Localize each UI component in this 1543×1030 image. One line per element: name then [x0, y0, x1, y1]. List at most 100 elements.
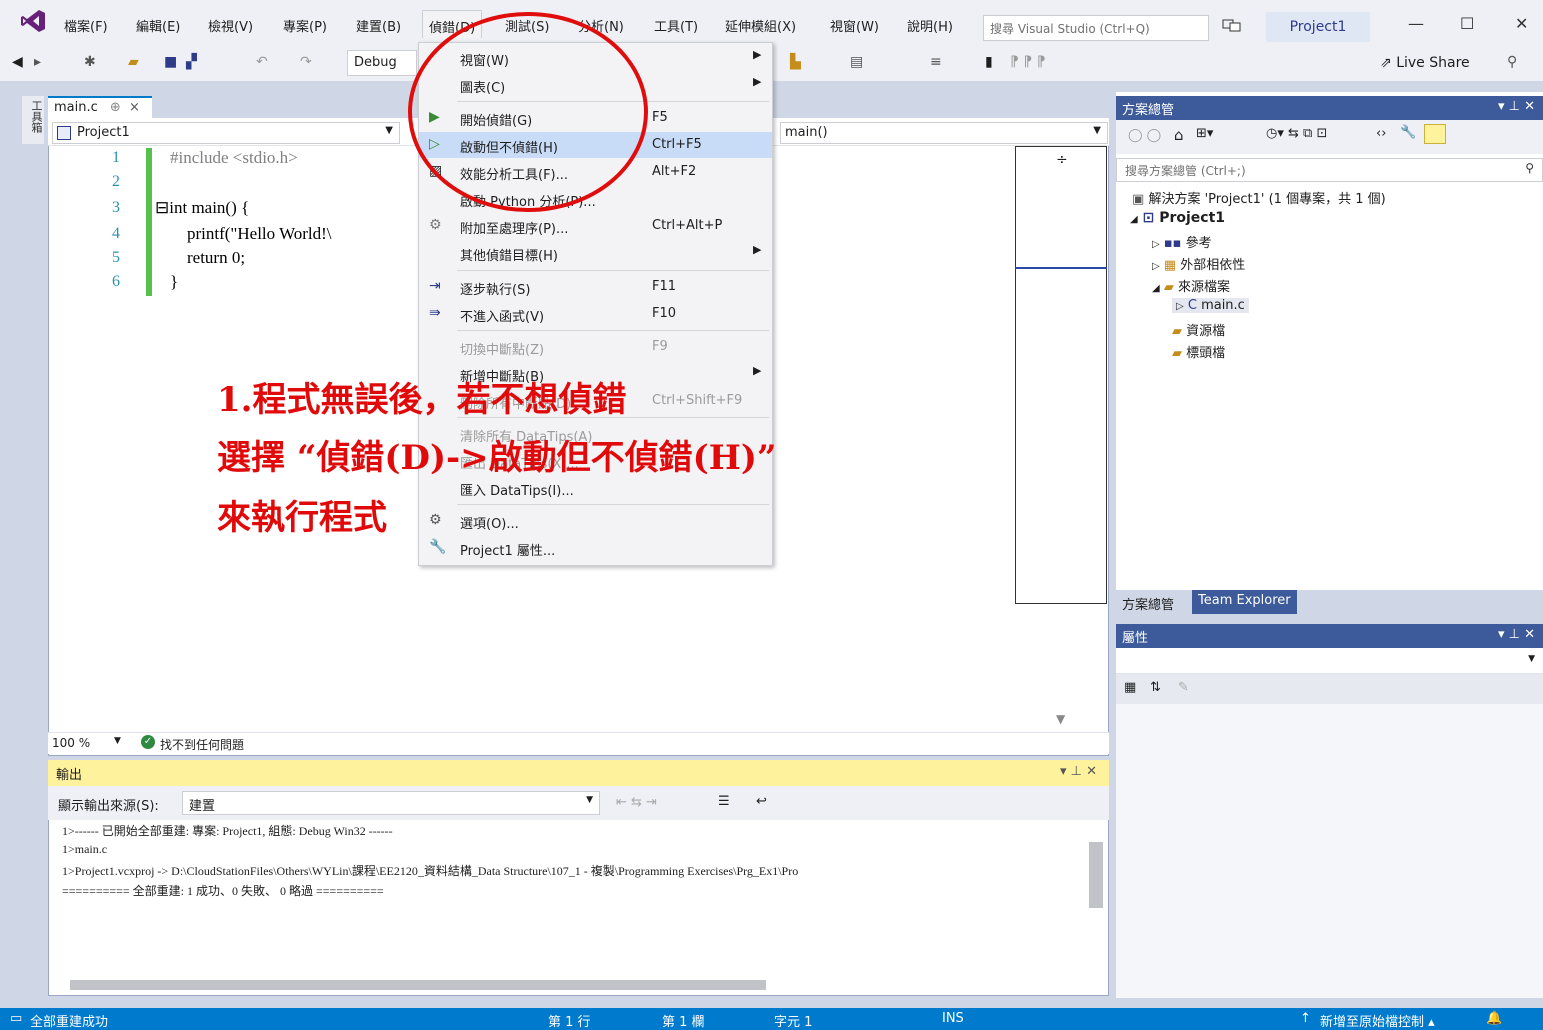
nav-back-forward-icon[interactable]: ◯ ◯: [1128, 128, 1161, 143]
bookmark-icon[interactable]: ▮: [985, 54, 993, 70]
add-to-source-control-button[interactable]: 新增至原始檔控制 ▴: [1320, 1011, 1435, 1030]
project-icon: ⊡: [1142, 210, 1155, 226]
chevron-down-icon: ▼: [1093, 125, 1101, 136]
menu-item-step-over[interactable]: ⇛ 不進入函式(V) F10: [419, 301, 772, 327]
menu-item-project-properties[interactable]: 🔧 Project1 屬性...: [419, 535, 772, 561]
minimize-button[interactable]: —: [1408, 14, 1424, 33]
tab-solution-explorer[interactable]: 方案總管: [1122, 594, 1174, 613]
code-line[interactable]: ⊟int main() {: [155, 198, 249, 218]
tree-item-references[interactable]: ▷ ▪▪ 參考: [1152, 232, 1212, 251]
properties-object-dropdown[interactable]: ▼: [1116, 648, 1543, 674]
tree-item-label: 標頭檔: [1186, 346, 1226, 361]
chevron-down-icon[interactable]: ▼: [114, 736, 121, 746]
menu-edit[interactable]: 編輯(E): [136, 16, 180, 35]
menu-build[interactable]: 建置(B): [356, 16, 401, 35]
issues-status-label[interactable]: 找不到任何問題: [160, 736, 244, 753]
menu-view[interactable]: 檢視(V): [208, 16, 253, 35]
clear-all-icon[interactable]: ☰: [718, 794, 730, 809]
toolbar-comment-icon[interactable]: ▤: [850, 54, 863, 70]
function-scope-dropdown[interactable]: main() ▼: [780, 122, 1108, 144]
panel-controls-icon[interactable]: ▾ ⊥ ✕: [1060, 764, 1097, 779]
document-tab-main-c[interactable]: main.c ⊕ ×: [48, 96, 152, 118]
menu-tools[interactable]: 工具(T): [654, 16, 698, 35]
toolbar-options-icon[interactable]: ⚲: [1507, 54, 1517, 70]
toolbar-indent-icon[interactable]: ≡: [930, 54, 942, 70]
quick-launch-search-input[interactable]: 搜尋 Visual Studio (Ctrl+Q): [983, 15, 1209, 41]
solution-node[interactable]: ▣ 解決方案 'Project1' (1 個專案，共 1 個): [1132, 188, 1386, 207]
status-window-icon: ▭: [10, 1011, 23, 1026]
zoom-dropdown[interactable]: 100 %: [52, 736, 90, 750]
menu-window[interactable]: 視窗(W): [830, 16, 879, 35]
back-icon[interactable]: ◀: [12, 54, 23, 70]
output-vertical-scrollbar[interactable]: [1089, 842, 1103, 908]
scroll-down-icon[interactable]: ▼: [1056, 712, 1065, 726]
menu-file[interactable]: 檔案(F): [64, 16, 108, 35]
tab-team-explorer[interactable]: Team Explorer: [1192, 590, 1297, 614]
solution-configuration-dropdown[interactable]: Debug: [347, 50, 417, 76]
live-share-button[interactable]: ⇗ Live Share: [1380, 55, 1470, 71]
panel-controls-icon[interactable]: ▾ ⊥ ✕: [1498, 627, 1535, 642]
step-over-icon: ⇛: [429, 305, 441, 321]
home-icon[interactable]: ⌂: [1174, 126, 1184, 144]
close-tab-icon[interactable]: ×: [129, 100, 140, 115]
chevron-down-icon: ▼: [1528, 654, 1535, 664]
property-pages-icon[interactable]: ✎: [1178, 680, 1189, 695]
submenu-arrow-icon: ▶: [753, 48, 762, 61]
undo-icon[interactable]: ↶: [256, 54, 268, 70]
tree-item-main-c[interactable]: ▷ C main.c: [1172, 298, 1249, 313]
feedback-icon[interactable]: [1222, 18, 1242, 34]
code-line[interactable]: printf("Hello World!\: [170, 224, 332, 244]
toolbar-find-icon[interactable]: ▙: [790, 54, 801, 70]
menu-item-attach-to-process[interactable]: ⚙ 附加至處理序(P)... Ctrl+Alt+P: [419, 213, 772, 239]
menu-separator: [457, 504, 769, 505]
menu-project[interactable]: 專案(P): [283, 16, 327, 35]
save-icon[interactable]: ■: [164, 54, 177, 70]
menu-item-step-into[interactable]: ⇥ 逐步執行(S) F11: [419, 274, 772, 300]
output-source-dropdown[interactable]: 建置 ▼: [182, 791, 600, 815]
code-view-icon[interactable]: ‹›: [1376, 126, 1386, 141]
notifications-bell-icon[interactable]: 🔔: [1486, 1011, 1502, 1026]
project-scope-dropdown[interactable]: Project1 ▼: [52, 122, 400, 144]
menu-help[interactable]: 說明(H): [907, 16, 953, 35]
solution-search-input[interactable]: 搜尋方案總管 (Ctrl+;) ⚲: [1116, 158, 1543, 182]
pin-icon[interactable]: ⊕: [110, 100, 121, 115]
tree-item-resource-files[interactable]: ▰ 資源檔: [1172, 320, 1225, 339]
close-window-button[interactable]: ✕: [1515, 14, 1528, 33]
maximize-button[interactable]: ☐: [1460, 14, 1474, 33]
code-line[interactable]: return 0;: [170, 248, 245, 268]
editor-scrollbar-minimap[interactable]: [1015, 146, 1107, 604]
bookmark-nav-icon[interactable]: ⁋ ⁋ ⁋: [1010, 54, 1046, 70]
panel-controls-icon[interactable]: ▾ ⊥ ✕: [1498, 99, 1535, 114]
tree-item-external-deps[interactable]: ▷ ▦ 外部相依性: [1152, 254, 1245, 273]
live-share-label: Live Share: [1396, 55, 1470, 71]
tree-item-header-files[interactable]: ▰ 標頭檔: [1172, 342, 1225, 361]
code-line[interactable]: #include <stdio.h>: [170, 148, 298, 168]
redo-icon[interactable]: ↷: [300, 54, 312, 70]
open-file-icon[interactable]: ▰: [128, 54, 139, 70]
output-horizontal-scrollbar[interactable]: [70, 980, 766, 990]
forward-icon[interactable]: ▸: [34, 54, 41, 70]
code-line[interactable]: }: [170, 272, 178, 292]
new-project-icon[interactable]: ✱: [84, 54, 96, 70]
toolbox-tab[interactable]: 工具箱: [22, 96, 44, 144]
menu-item-other-debug-targets[interactable]: 其他偵錯目標(H) ▶: [419, 240, 772, 266]
switch-views-icon[interactable]: ⊞▾: [1196, 126, 1213, 141]
split-editor-icon[interactable]: ÷: [1056, 152, 1068, 168]
menu-item-shortcut: Ctrl+F5: [652, 137, 702, 152]
project-node[interactable]: ◢ ⊡ Project1: [1130, 210, 1225, 226]
alphabetical-icon[interactable]: ⇅: [1150, 680, 1161, 695]
menu-item-toggle-breakpoint[interactable]: 切換中斷點(Z) F9: [419, 334, 772, 360]
categorized-icon[interactable]: ▦: [1124, 680, 1136, 695]
collapsed-icon: ▷: [1176, 301, 1184, 312]
pending-changes-icon[interactable]: ◷▾ ⇆ ⧉ ⊡: [1266, 126, 1327, 141]
save-all-icon[interactable]: ▞: [186, 54, 197, 70]
tree-item-source-files[interactable]: ◢ ▰ 來源檔案: [1152, 276, 1230, 295]
menu-extensions[interactable]: 延伸模組(X): [725, 16, 796, 35]
preview-selected-icon[interactable]: [1424, 124, 1446, 144]
goto-message-icon[interactable]: ⇤ ⇆ ⇥: [616, 795, 657, 810]
function-scope-label: main(): [785, 125, 828, 140]
properties-wrench-icon[interactable]: 🔧: [1400, 125, 1416, 140]
step-into-icon: ⇥: [429, 278, 441, 294]
menu-item-options[interactable]: ⚙ 選項(O)...: [419, 508, 772, 534]
word-wrap-icon[interactable]: ↩: [756, 794, 767, 809]
